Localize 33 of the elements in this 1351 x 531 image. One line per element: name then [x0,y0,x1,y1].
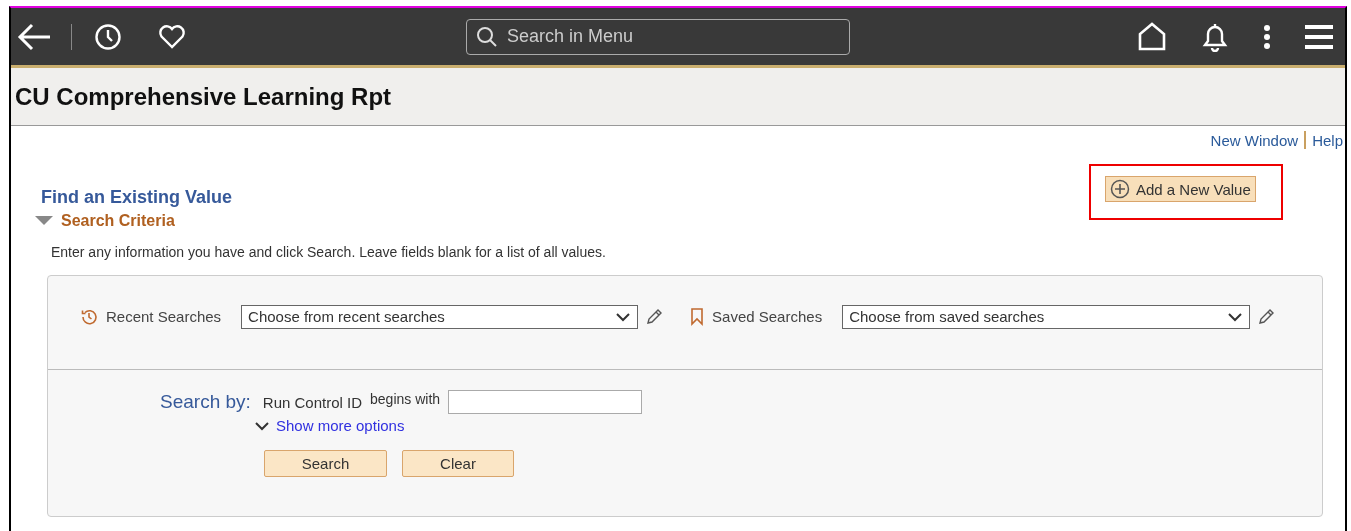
operator-label: begins with [370,391,441,407]
page-title: CU Comprehensive Learning Rpt [15,82,392,111]
clear-button[interactable]: Clear [402,450,514,477]
saved-searches-dropdown[interactable]: Choose from saved searches [842,304,1251,329]
chevron-down-icon [1227,311,1244,322]
recent-searches-dropdown[interactable]: Choose from recent searches [241,304,639,329]
history-icon[interactable] [94,22,122,51]
chevron-down-icon [254,420,270,431]
search-field[interactable]: Search in Menu [466,18,850,55]
saved-searches-label: Saved Searches [712,308,823,325]
add-new-value-button[interactable]: Add a New Value [1105,176,1256,202]
help-link[interactable]: Help [1312,131,1343,149]
recent-searches-label: Recent Searches [106,308,222,325]
bookmark-icon [690,307,705,326]
chevron-down-icon [615,311,632,322]
run-control-id-input[interactable] [448,390,643,414]
search-button[interactable]: Search [264,450,387,477]
search-by-label: Search by: [160,391,251,413]
home-icon[interactable] [1137,21,1167,52]
more-options-icon[interactable] [1263,23,1271,50]
field-label: Run Control ID [262,393,363,411]
plus-circle-icon [1110,179,1130,199]
bell-icon[interactable] [1201,21,1229,52]
search-icon [476,25,498,48]
back-icon[interactable] [17,21,53,52]
search-criteria-toggle[interactable]: Search Criteria [35,212,175,230]
instructions-text: Enter any information you have and click Search. Leave fields blank for a list of all values. [51,244,607,260]
triangle-icon [35,216,53,226]
history-icon [80,307,98,326]
new-window-link[interactable]: New Window [1210,131,1299,149]
show-more-options-link[interactable]: Show more options [254,417,405,434]
heart-icon[interactable] [158,23,186,50]
menu-icon[interactable] [1305,24,1333,49]
